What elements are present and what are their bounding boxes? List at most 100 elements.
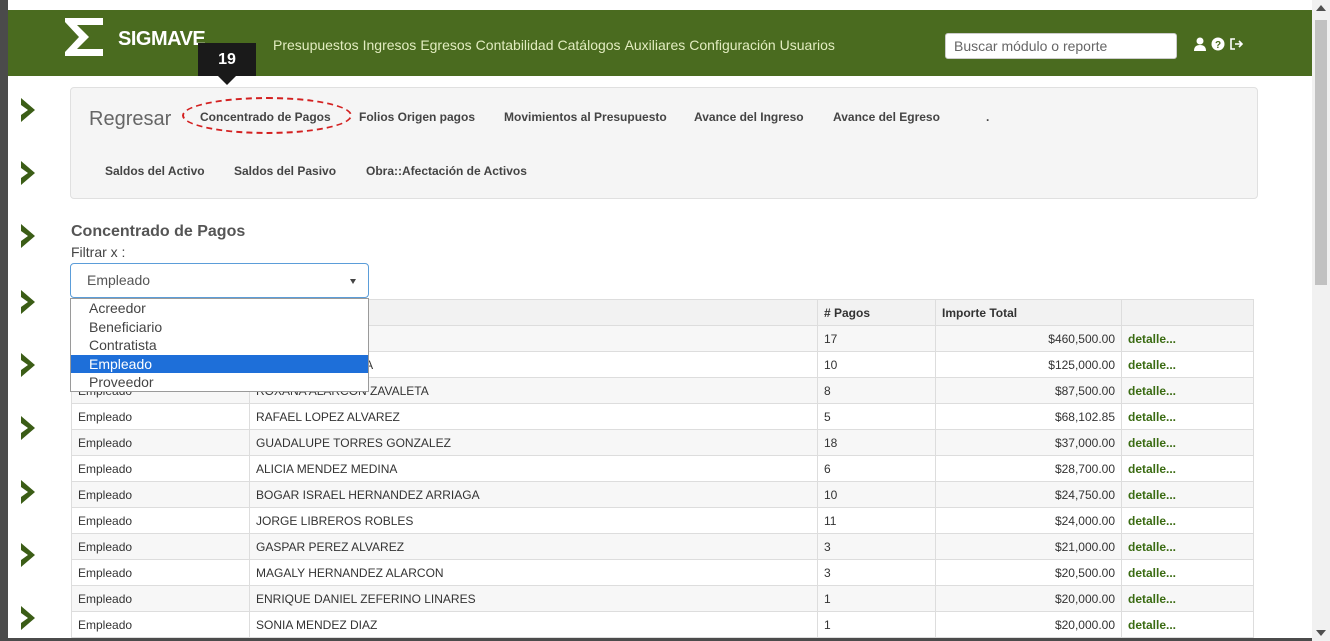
filter-label: Filtrar x : bbox=[71, 244, 126, 260]
cell-tipo: Empleado bbox=[71, 585, 250, 612]
cell-importe: $68,102.85 bbox=[935, 403, 1122, 430]
menu-usuarios[interactable]: Usuarios bbox=[780, 37, 835, 53]
scroll-down-arrow-icon[interactable] bbox=[1316, 630, 1326, 636]
cell-tipo: Empleado bbox=[71, 403, 250, 430]
cell-pagos: 6 bbox=[817, 455, 936, 482]
help-icon[interactable]: ? bbox=[1211, 37, 1225, 56]
cell-nombre: RAFAEL LOPEZ ALVAREZ bbox=[249, 403, 818, 430]
back-link[interactable]: Regresar bbox=[89, 108, 171, 131]
link-avance-egreso[interactable]: Avance del Egreso bbox=[833, 110, 940, 124]
cell-nombre: SONIA MENDEZ DIAZ bbox=[249, 611, 818, 638]
logout-icon[interactable] bbox=[1229, 37, 1245, 56]
nav-icon-group: ? bbox=[1193, 37, 1245, 56]
detail-link[interactable]: detalle... bbox=[1121, 351, 1254, 378]
detail-link[interactable]: detalle... bbox=[1121, 507, 1254, 534]
user-icon[interactable] bbox=[1193, 37, 1207, 56]
detail-link[interactable]: detalle... bbox=[1121, 559, 1254, 586]
scroll-thumb[interactable] bbox=[1315, 20, 1327, 285]
scroll-up-arrow-icon[interactable] bbox=[1316, 5, 1326, 11]
column-header-importe[interactable]: Importe Total bbox=[935, 299, 1122, 326]
chevron-right-icon[interactable] bbox=[18, 414, 40, 442]
chevron-right-icon[interactable] bbox=[18, 604, 40, 632]
cell-importe: $460,500.00 bbox=[935, 325, 1122, 352]
cell-importe: $20,500.00 bbox=[935, 559, 1122, 586]
cell-importe: $20,000.00 bbox=[935, 585, 1122, 612]
cell-pagos: 1 bbox=[817, 611, 936, 638]
cell-pagos: 11 bbox=[817, 507, 936, 534]
detail-link[interactable]: detalle... bbox=[1121, 429, 1254, 456]
module-search-input[interactable] bbox=[945, 33, 1177, 59]
cell-pagos: 10 bbox=[817, 351, 936, 378]
chevron-right-icon[interactable] bbox=[18, 222, 40, 250]
cell-nombre: GASPAR PEREZ ALVAREZ bbox=[249, 533, 818, 560]
page-title: Concentrado de Pagos bbox=[71, 223, 246, 240]
chevron-right-icon[interactable] bbox=[18, 159, 40, 187]
chevron-right-icon[interactable] bbox=[18, 478, 40, 506]
cell-importe: $125,000.00 bbox=[935, 351, 1122, 378]
sigma-logo-icon bbox=[65, 18, 103, 56]
detail-link[interactable]: detalle... bbox=[1121, 455, 1254, 482]
detail-link[interactable]: detalle... bbox=[1121, 325, 1254, 352]
filter-select[interactable]: Empleado bbox=[70, 263, 369, 298]
option-beneficiario[interactable]: Beneficiario bbox=[71, 318, 368, 337]
detail-link[interactable]: detalle... bbox=[1121, 533, 1254, 560]
option-proveedor[interactable]: Proveedor bbox=[71, 373, 368, 392]
detail-link[interactable]: detalle... bbox=[1121, 585, 1254, 612]
chevron-right-icon[interactable] bbox=[18, 351, 40, 379]
chevron-right-icon[interactable] bbox=[18, 96, 40, 124]
caret-down-icon bbox=[350, 279, 356, 284]
vertical-scrollbar[interactable] bbox=[1312, 0, 1330, 641]
link-obra-afectacion-activos[interactable]: Obra::Afectación de Activos bbox=[366, 164, 527, 178]
chevron-right-icon[interactable] bbox=[18, 541, 40, 569]
menu-ingresos[interactable]: Ingresos bbox=[363, 37, 417, 53]
detail-link[interactable]: detalle... bbox=[1121, 377, 1254, 404]
menu-presupuestos[interactable]: Presupuestos bbox=[273, 37, 359, 53]
menu-egresos[interactable]: Egresos bbox=[420, 37, 471, 53]
cell-tipo: Empleado bbox=[71, 481, 250, 508]
svg-text:?: ? bbox=[1215, 40, 1221, 51]
option-acreedor[interactable]: Acreedor bbox=[71, 299, 368, 318]
cell-pagos: 10 bbox=[817, 481, 936, 508]
chevron-right-icon[interactable] bbox=[18, 288, 40, 316]
menu-auxiliares[interactable]: Auxiliares bbox=[625, 37, 686, 53]
cell-pagos: 8 bbox=[817, 377, 936, 404]
cell-importe: $28,700.00 bbox=[935, 455, 1122, 482]
detail-link[interactable]: detalle... bbox=[1121, 611, 1254, 638]
cell-nombre: GUADALUPE TORRES GONZALEZ bbox=[249, 429, 818, 456]
brand-name[interactable]: SIGMAVE bbox=[118, 28, 206, 51]
column-header-pagos[interactable]: # Pagos bbox=[817, 299, 936, 326]
filter-dropdown-list: Acreedor Beneficiario Contratista Emplea… bbox=[70, 298, 369, 392]
cell-nombre: ENRIQUE DANIEL ZEFERINO LINARES bbox=[249, 585, 818, 612]
cell-importe: $24,000.00 bbox=[935, 507, 1122, 534]
cell-nombre: BOGAR ISRAEL HERNANDEZ ARRIAGA bbox=[249, 481, 818, 508]
option-empleado[interactable]: Empleado bbox=[71, 354, 368, 373]
cell-tipo: Empleado bbox=[71, 611, 250, 638]
link-saldos-activo[interactable]: Saldos del Activo bbox=[105, 164, 205, 178]
table-row: Empleado JORGE LIBREROS ROBLES 11 $24,00… bbox=[71, 507, 1254, 534]
step-number-badge: 19 bbox=[198, 43, 256, 85]
cell-tipo: Empleado bbox=[71, 429, 250, 456]
table-row: Empleado ALICIA MENDEZ MEDINA 6 $28,700.… bbox=[71, 455, 1254, 482]
cell-importe: $20,000.00 bbox=[935, 611, 1122, 638]
link-dot[interactable]: . bbox=[986, 110, 989, 124]
cell-nombre: MAGALY HERNANDEZ ALARCON bbox=[249, 559, 818, 586]
link-concentrado-pagos[interactable]: Concentrado de Pagos bbox=[200, 110, 331, 124]
menu-configuracion[interactable]: Configuración bbox=[689, 37, 775, 53]
link-saldos-pasivo[interactable]: Saldos del Pasivo bbox=[234, 164, 336, 178]
option-contratista[interactable]: Contratista bbox=[71, 336, 368, 355]
filter-select-value: Empleado bbox=[87, 272, 151, 288]
detail-link[interactable]: detalle... bbox=[1121, 481, 1254, 508]
menu-contabilidad[interactable]: Contabilidad bbox=[476, 37, 554, 53]
table-row: Empleado GUADALUPE TORRES GONZALEZ 18 $3… bbox=[71, 429, 1254, 456]
link-folios-origen-pagos[interactable]: Folios Origen pagos bbox=[359, 110, 475, 124]
link-avance-ingreso[interactable]: Avance del Ingreso bbox=[694, 110, 804, 124]
menu-catalogos[interactable]: Catálogos bbox=[558, 37, 621, 53]
cell-pagos: 5 bbox=[817, 403, 936, 430]
table-row: Empleado ENRIQUE DANIEL ZEFERINO LINARES… bbox=[71, 585, 1254, 612]
cell-pagos: 1 bbox=[817, 585, 936, 612]
link-movimientos-presupuesto[interactable]: Movimientos al Presupuesto bbox=[504, 110, 667, 124]
cell-pagos: 18 bbox=[817, 429, 936, 456]
table-row: Empleado GASPAR PEREZ ALVAREZ 3 $21,000.… bbox=[71, 533, 1254, 560]
cell-tipo: Empleado bbox=[71, 559, 250, 586]
detail-link[interactable]: detalle... bbox=[1121, 403, 1254, 430]
